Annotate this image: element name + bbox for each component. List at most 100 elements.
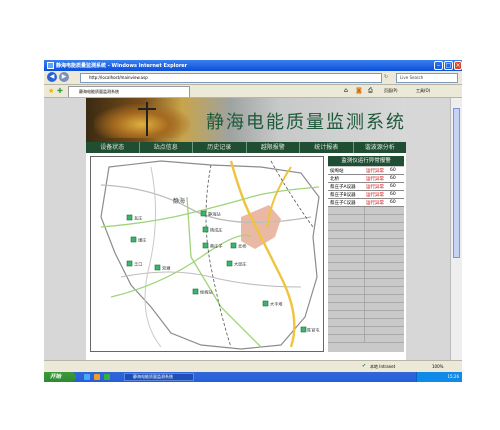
page-menu[interactable]: 页面(P): [384, 88, 398, 94]
print-icon[interactable]: ⎙: [368, 87, 373, 95]
svg-text:瓦庄: 瓦庄: [134, 215, 142, 222]
alarm-row[interactable]: 侯峋站 运行异常 60: [328, 167, 404, 175]
menu-station-info[interactable]: 站点信息: [140, 142, 193, 153]
station-map[interactable]: 静海 静海站 蔡庄子 北桥 瓦庄 谦庄 王口 双塘 大邱庄 侯峋站 大丰堆 杨成…: [90, 156, 324, 352]
forward-icon[interactable]: ▶: [59, 72, 69, 82]
alarm-empty-row: [328, 239, 404, 247]
refresh-icon[interactable]: ↻: [384, 74, 388, 80]
alarm-row[interactable]: 蔡庄子A议器 运行异常 60: [328, 183, 404, 191]
vertical-scrollbar[interactable]: [450, 98, 462, 360]
maximize-icon[interactable]: □: [444, 61, 453, 70]
zoom-level[interactable]: 100%: [432, 364, 443, 369]
add-favorite-icon[interactable]: ✚: [57, 87, 63, 95]
city-label: 静海: [173, 197, 185, 205]
railway: [205, 164, 232, 348]
svg-text:静海站: 静海站: [208, 211, 221, 218]
taskbar: 开始 静海电能质量监测系统 15:26: [44, 372, 462, 382]
station-chenguantun[interactable]: 陈官屯: [300, 327, 320, 334]
minimize-icon[interactable]: –: [434, 61, 443, 70]
alarm-empty-row: [328, 303, 404, 311]
alarm-empty-row: [328, 335, 404, 343]
alarm-panel-header: 监测仪运行异常报警: [328, 156, 404, 166]
alarm-column-divider: [364, 215, 365, 223]
alarm-row[interactable]: 蔡庄子B议器 运行异常 60: [328, 191, 404, 199]
quicklaunch-ie-icon[interactable]: [84, 374, 90, 380]
tab-current[interactable]: 静海电能质量监测系统: [68, 86, 190, 97]
alarm-status: 运行异常: [366, 177, 384, 182]
favorites-star-icon[interactable]: ★: [48, 87, 54, 95]
highway: [229, 160, 296, 348]
alarm-column-divider: [364, 311, 365, 319]
back-icon[interactable]: ◀: [47, 72, 57, 82]
alarm-station: 蔡庄子A议器: [330, 185, 356, 190]
station-beiqiao[interactable]: 北桥: [230, 243, 247, 250]
header-banner: 静海电能质量监测系统: [86, 98, 406, 142]
alarm-status: 运行异常: [366, 193, 384, 198]
alarm-status: 运行异常: [366, 169, 384, 174]
alarm-empty-row: [328, 287, 404, 295]
station-wangkou[interactable]: 王口: [126, 260, 142, 267]
svg-text:陈官屯: 陈官屯: [307, 327, 320, 334]
page-viewport: 静海电能质量监测系统 设备状态 站点信息 历史记录 越限报警 统计报表 谐波源分…: [44, 98, 450, 360]
system-tray: 15:26: [416, 372, 462, 382]
home-icon[interactable]: ⌂: [344, 87, 348, 94]
title-bar: 静海电能质量监测系统 - Windows Internet Explorer –…: [44, 60, 462, 71]
tab-label: 静海电能质量监测系统: [79, 89, 119, 94]
station-caizhuangzi[interactable]: 蔡庄子: [202, 243, 223, 250]
alarm-empty-row: [328, 279, 404, 287]
road-gray: [144, 166, 162, 348]
close-icon[interactable]: ×: [454, 61, 462, 70]
alarm-empty-row: [328, 255, 404, 263]
alarm-value: 60: [390, 200, 396, 205]
station-houxun[interactable]: 侯峋站: [192, 289, 213, 296]
svg-text:蔡庄子: 蔡庄子: [210, 243, 223, 250]
menu-harmonic-analysis[interactable]: 谐波源分析: [354, 142, 407, 153]
quicklaunch-app-icon[interactable]: [104, 374, 110, 380]
alarm-empty-row: [328, 247, 404, 255]
site-title: 静海电能质量监测系统: [206, 112, 406, 133]
alarm-column-divider: [364, 303, 365, 311]
alarm-value: 60: [390, 184, 396, 189]
menu-device-status[interactable]: 设备状态: [86, 142, 140, 153]
start-button[interactable]: 开始: [44, 372, 76, 382]
menu-history[interactable]: 历史记录: [193, 142, 247, 153]
power-pylon-arm-icon: [138, 108, 156, 110]
svg-text:王口: 王口: [134, 262, 142, 267]
scrollbar-thumb[interactable]: [453, 108, 460, 258]
search-input[interactable]: Live Search: [396, 73, 458, 83]
alarm-station: 北桥: [330, 177, 339, 182]
alarm-column-divider: [364, 263, 365, 271]
map-canvas: 静海 静海站 蔡庄子 北桥 瓦庄 谦庄 王口 双塘 大邱庄 侯峋站 大丰堆 杨成…: [100, 160, 320, 350]
address-text: http://localhost/mainview.asp: [89, 75, 148, 80]
alarm-column-divider: [364, 255, 365, 263]
alarm-column-divider: [364, 295, 365, 303]
alarm-column-divider: [364, 223, 365, 231]
alarm-row[interactable]: 北桥 运行异常 60: [328, 175, 404, 183]
search-placeholder: Live Search: [400, 75, 424, 80]
station-yangchengzhuang[interactable]: 杨成庄: [202, 227, 223, 234]
station-daqiuzhuang[interactable]: 大邱庄: [226, 261, 247, 268]
station-qianzhuang[interactable]: 谦庄: [130, 237, 146, 244]
svg-text:大邱庄: 大邱庄: [234, 261, 247, 268]
web-page: 静海电能质量监测系统 设备状态 站点信息 历史记录 越限报警 统计报表 谐波源分…: [86, 98, 406, 360]
station-jinghai[interactable]: 静海站: [200, 211, 221, 218]
address-toolbar: ◀ ▶ http://localhost/mainview.asp ↻ Live…: [44, 71, 462, 85]
feeds-icon[interactable]: ◙: [356, 87, 362, 94]
quicklaunch-folder-icon[interactable]: [94, 374, 100, 380]
favorites-toolbar: ★ ✚ 静海电能质量监测系统 ⌂ ◙ ⎙ 页面(P) 工具(O): [44, 85, 462, 98]
alarm-row[interactable]: 蔡庄子C议器 运行异常 60: [328, 199, 404, 207]
ie-icon: [47, 62, 54, 69]
alarm-column-divider: [364, 271, 365, 279]
menu-limit-alarm[interactable]: 越限报警: [247, 142, 300, 153]
alarm-station: 侯峋站: [330, 169, 344, 174]
station-dafengdui[interactable]: 大丰堆: [262, 301, 283, 308]
address-input[interactable]: http://localhost/mainview.asp: [80, 73, 382, 83]
alarm-column-divider: [364, 279, 365, 287]
tools-menu[interactable]: 工具(O): [416, 88, 430, 94]
alarm-empty-row: [328, 207, 404, 215]
menu-reports[interactable]: 统计报表: [300, 142, 354, 153]
station-wazhuang[interactable]: 瓦庄: [126, 215, 142, 222]
taskbar-item[interactable]: 静海电能质量监测系统: [124, 373, 194, 381]
zone-text: 本地 Intranet: [370, 364, 396, 369]
station-shuangtang[interactable]: 双塘: [154, 265, 170, 272]
